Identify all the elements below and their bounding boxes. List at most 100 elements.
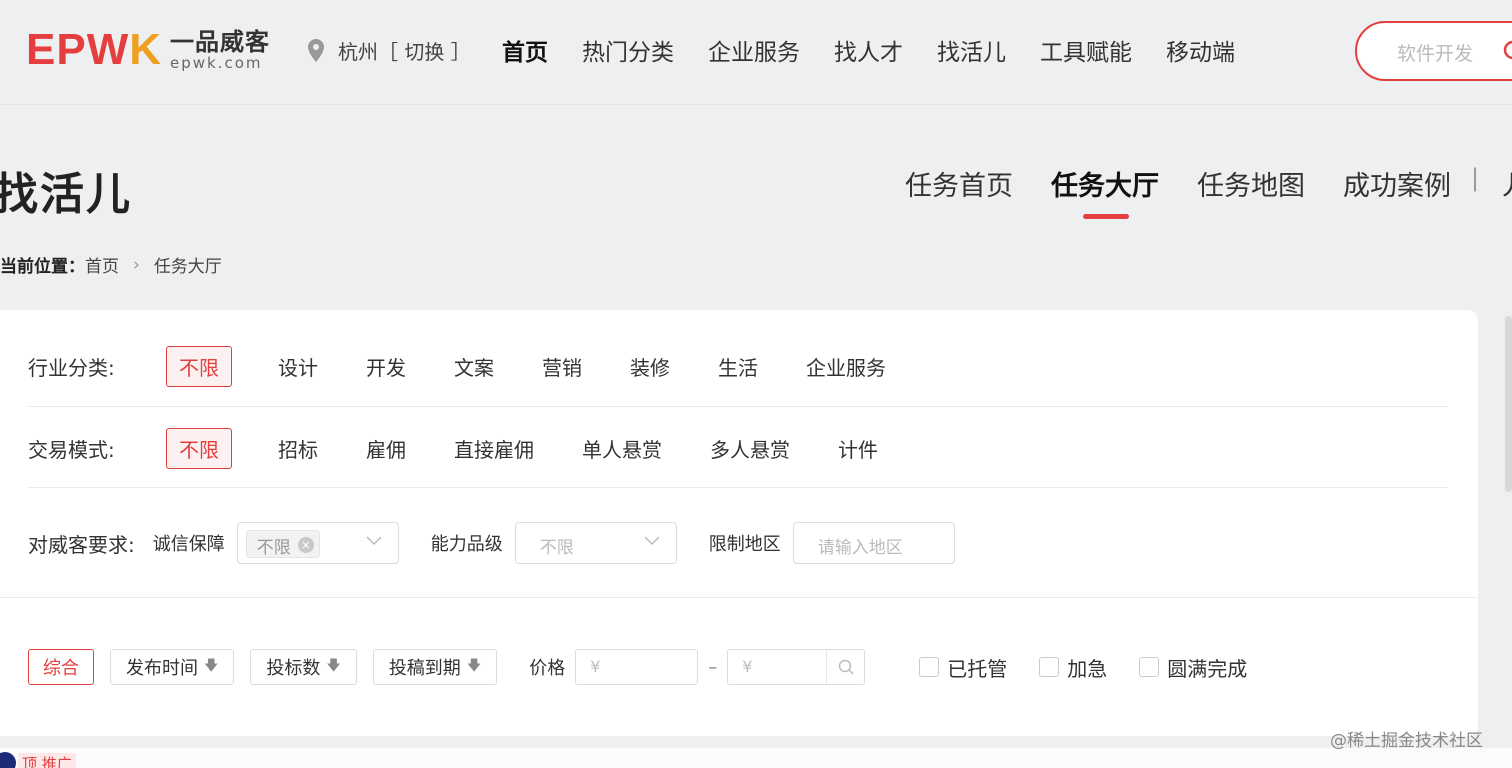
logo-mark: EPWK	[26, 25, 163, 74]
checkbox-box[interactable]	[919, 657, 940, 677]
watermark: @稀土掘金技术社区	[1330, 731, 1483, 751]
arrow-down-icon: 🡇	[204, 658, 219, 674]
search-placeholder: 软件开发	[1397, 43, 1474, 65]
section-divider	[0, 597, 1478, 598]
page-title: 找活儿	[0, 169, 132, 220]
industry-option-marketing[interactable]: 营销	[542, 352, 582, 381]
industry-option-enterprise[interactable]: 企业服务	[806, 352, 886, 381]
tab-task-hall[interactable]: 任务大厅	[1051, 164, 1159, 219]
urgent-checkbox[interactable]: 加急	[1039, 653, 1107, 682]
price-range-dash: –	[708, 656, 718, 678]
mode-option-direct-hire[interactable]: 直接雇佣	[454, 434, 534, 463]
price-max-input[interactable]: ¥	[727, 649, 866, 685]
region-placeholder: 请输入地区	[817, 538, 903, 558]
promo-text: 顶 推广	[18, 752, 76, 768]
nav-item-home[interactable]: 首页	[502, 33, 548, 67]
price-min-input[interactable]: ¥	[575, 649, 699, 685]
tab-success-cases[interactable]: 成功案例	[1343, 164, 1451, 203]
industry-option-dev[interactable]: 开发	[366, 352, 406, 381]
mode-option-single-reward[interactable]: 单人悬赏	[582, 434, 662, 463]
mode-option-piecework[interactable]: 计件	[838, 434, 878, 463]
nav-item-tools[interactable]: 工具赋能	[1040, 33, 1132, 67]
nav-item-enterprise[interactable]: 企业服务	[708, 33, 800, 67]
promo-tag[interactable]: 顶 推广	[0, 752, 76, 768]
credit-tag: 不限 ×	[245, 530, 320, 558]
level-value: 不限	[539, 538, 574, 558]
breadcrumb: 当前位置： 首页 › 任务大厅	[0, 252, 222, 278]
bottom-strip	[0, 748, 1512, 768]
scrollbar[interactable]	[1505, 316, 1512, 492]
tab-task-map[interactable]: 任务地图	[1197, 164, 1305, 203]
price-min-placeholder: ¥	[590, 657, 601, 676]
mode-filter-row: 交易模式: 不限 招标 雇佣 直接雇佣 单人悬赏 多人悬赏 计件	[28, 428, 1448, 469]
mode-option-hire[interactable]: 雇佣	[366, 434, 406, 463]
location-text: 杭州［ 切换 ］	[338, 40, 471, 64]
sort-deadline-button[interactable]: 投稿到期 🡇	[372, 649, 498, 685]
search-icon	[838, 659, 854, 675]
price-search-button[interactable]	[826, 650, 864, 684]
escrowed-checkbox[interactable]: 已托管	[919, 653, 1007, 682]
clear-icon[interactable]: ×	[297, 537, 314, 553]
chevron-down-icon	[366, 536, 382, 546]
region-label: 限制地区	[708, 534, 781, 555]
price-max-placeholder: ¥	[742, 657, 753, 676]
industry-option-copy[interactable]: 文案	[454, 352, 494, 381]
logo-en-text: epwk.com	[170, 53, 263, 72]
mode-option-multi-reward[interactable]: 多人悬赏	[710, 434, 790, 463]
requirements-row: 对威客要求: 诚信保障 不限 × 能力品级 不限 限制地区 请输入地区	[28, 522, 955, 564]
sort-bar: 综合 发布时间 🡇 投标数 🡇 投稿到期 🡇 价格 ¥ – ¥ 已托管 加急 圆…	[28, 649, 1247, 685]
sub-nav: 任务首页 任务大厅 任务地图 成功案例 | 丿	[905, 164, 1512, 219]
breadcrumb-label: 当前位置：	[0, 257, 85, 277]
industry-option-decor[interactable]: 装修	[630, 352, 670, 381]
location-switcher[interactable]: 杭州［ 切换 ］	[306, 36, 471, 65]
checkbox-box[interactable]	[1139, 657, 1160, 677]
level-label: 能力品级	[430, 534, 503, 555]
sort-bids-button[interactable]: 投标数 🡇	[250, 649, 357, 685]
industry-option-design[interactable]: 设计	[278, 352, 318, 381]
checkbox-box[interactable]	[1039, 657, 1060, 677]
requirements-label: 对威客要求:	[28, 532, 135, 557]
nav-item-mobile[interactable]: 移动端	[1166, 33, 1235, 67]
nav-item-find-work[interactable]: 找活儿	[937, 33, 1006, 67]
search-input[interactable]: 软件开发	[1355, 21, 1512, 81]
mode-option-all[interactable]: 不限	[166, 428, 232, 469]
sort-default-button[interactable]: 综合	[28, 649, 94, 685]
industry-option-life[interactable]: 生活	[718, 352, 758, 381]
logo-cn-text: 一品威客	[170, 27, 271, 56]
breadcrumb-home[interactable]: 首页	[85, 252, 119, 277]
escrowed-label: 已托管	[947, 656, 1008, 681]
credit-tag-text: 不限	[256, 538, 291, 558]
sort-publish-time-button[interactable]: 发布时间 🡇	[110, 649, 235, 685]
mode-option-bid[interactable]: 招标	[278, 434, 318, 463]
avatar	[0, 752, 16, 768]
sort-publish-time-label: 发布时间	[126, 658, 198, 679]
chevron-right-icon: ›	[133, 254, 140, 275]
industry-filter-row: 行业分类: 不限 设计 开发 文案 营销 装修 生活 企业服务	[28, 346, 1448, 387]
arrow-down-icon: 🡇	[326, 658, 341, 674]
location-pin-icon	[308, 38, 324, 62]
row-divider	[28, 406, 1448, 407]
tab-task-home[interactable]: 任务首页	[905, 164, 1013, 203]
level-select[interactable]: 不限	[514, 522, 677, 564]
nav-item-hot-categories[interactable]: 热门分类	[582, 33, 674, 67]
logo[interactable]: EPWK 一品威客 epwk.com	[26, 28, 270, 72]
top-header: EPWK 一品威客 epwk.com 杭州［ 切换 ］ 首页 热门分类 企业服务…	[0, 0, 1512, 105]
tab-more[interactable]: 丿	[1497, 164, 1512, 203]
industry-option-all[interactable]: 不限	[166, 346, 232, 387]
sort-deadline-label: 投稿到期	[388, 658, 461, 679]
search-icon[interactable]	[1503, 40, 1512, 64]
chevron-down-icon	[644, 536, 660, 546]
nav-item-find-talent[interactable]: 找人才	[834, 33, 903, 67]
credit-select[interactable]: 不限 ×	[236, 522, 399, 564]
mode-label: 交易模式:	[28, 438, 115, 462]
credit-label: 诚信保障	[152, 534, 225, 555]
region-input[interactable]: 请输入地区	[792, 522, 955, 564]
price-label: 价格	[529, 658, 566, 679]
subnav-divider: |	[1471, 164, 1480, 192]
urgent-label: 加急	[1067, 656, 1108, 681]
main-nav: 首页 热门分类 企业服务 找人才 找活儿 工具赋能 移动端	[502, 33, 1269, 67]
completed-label: 圆满完成	[1167, 656, 1248, 681]
row-divider	[28, 487, 1448, 488]
arrow-down-icon: 🡇	[466, 658, 482, 674]
completed-checkbox[interactable]: 圆满完成	[1139, 653, 1247, 682]
